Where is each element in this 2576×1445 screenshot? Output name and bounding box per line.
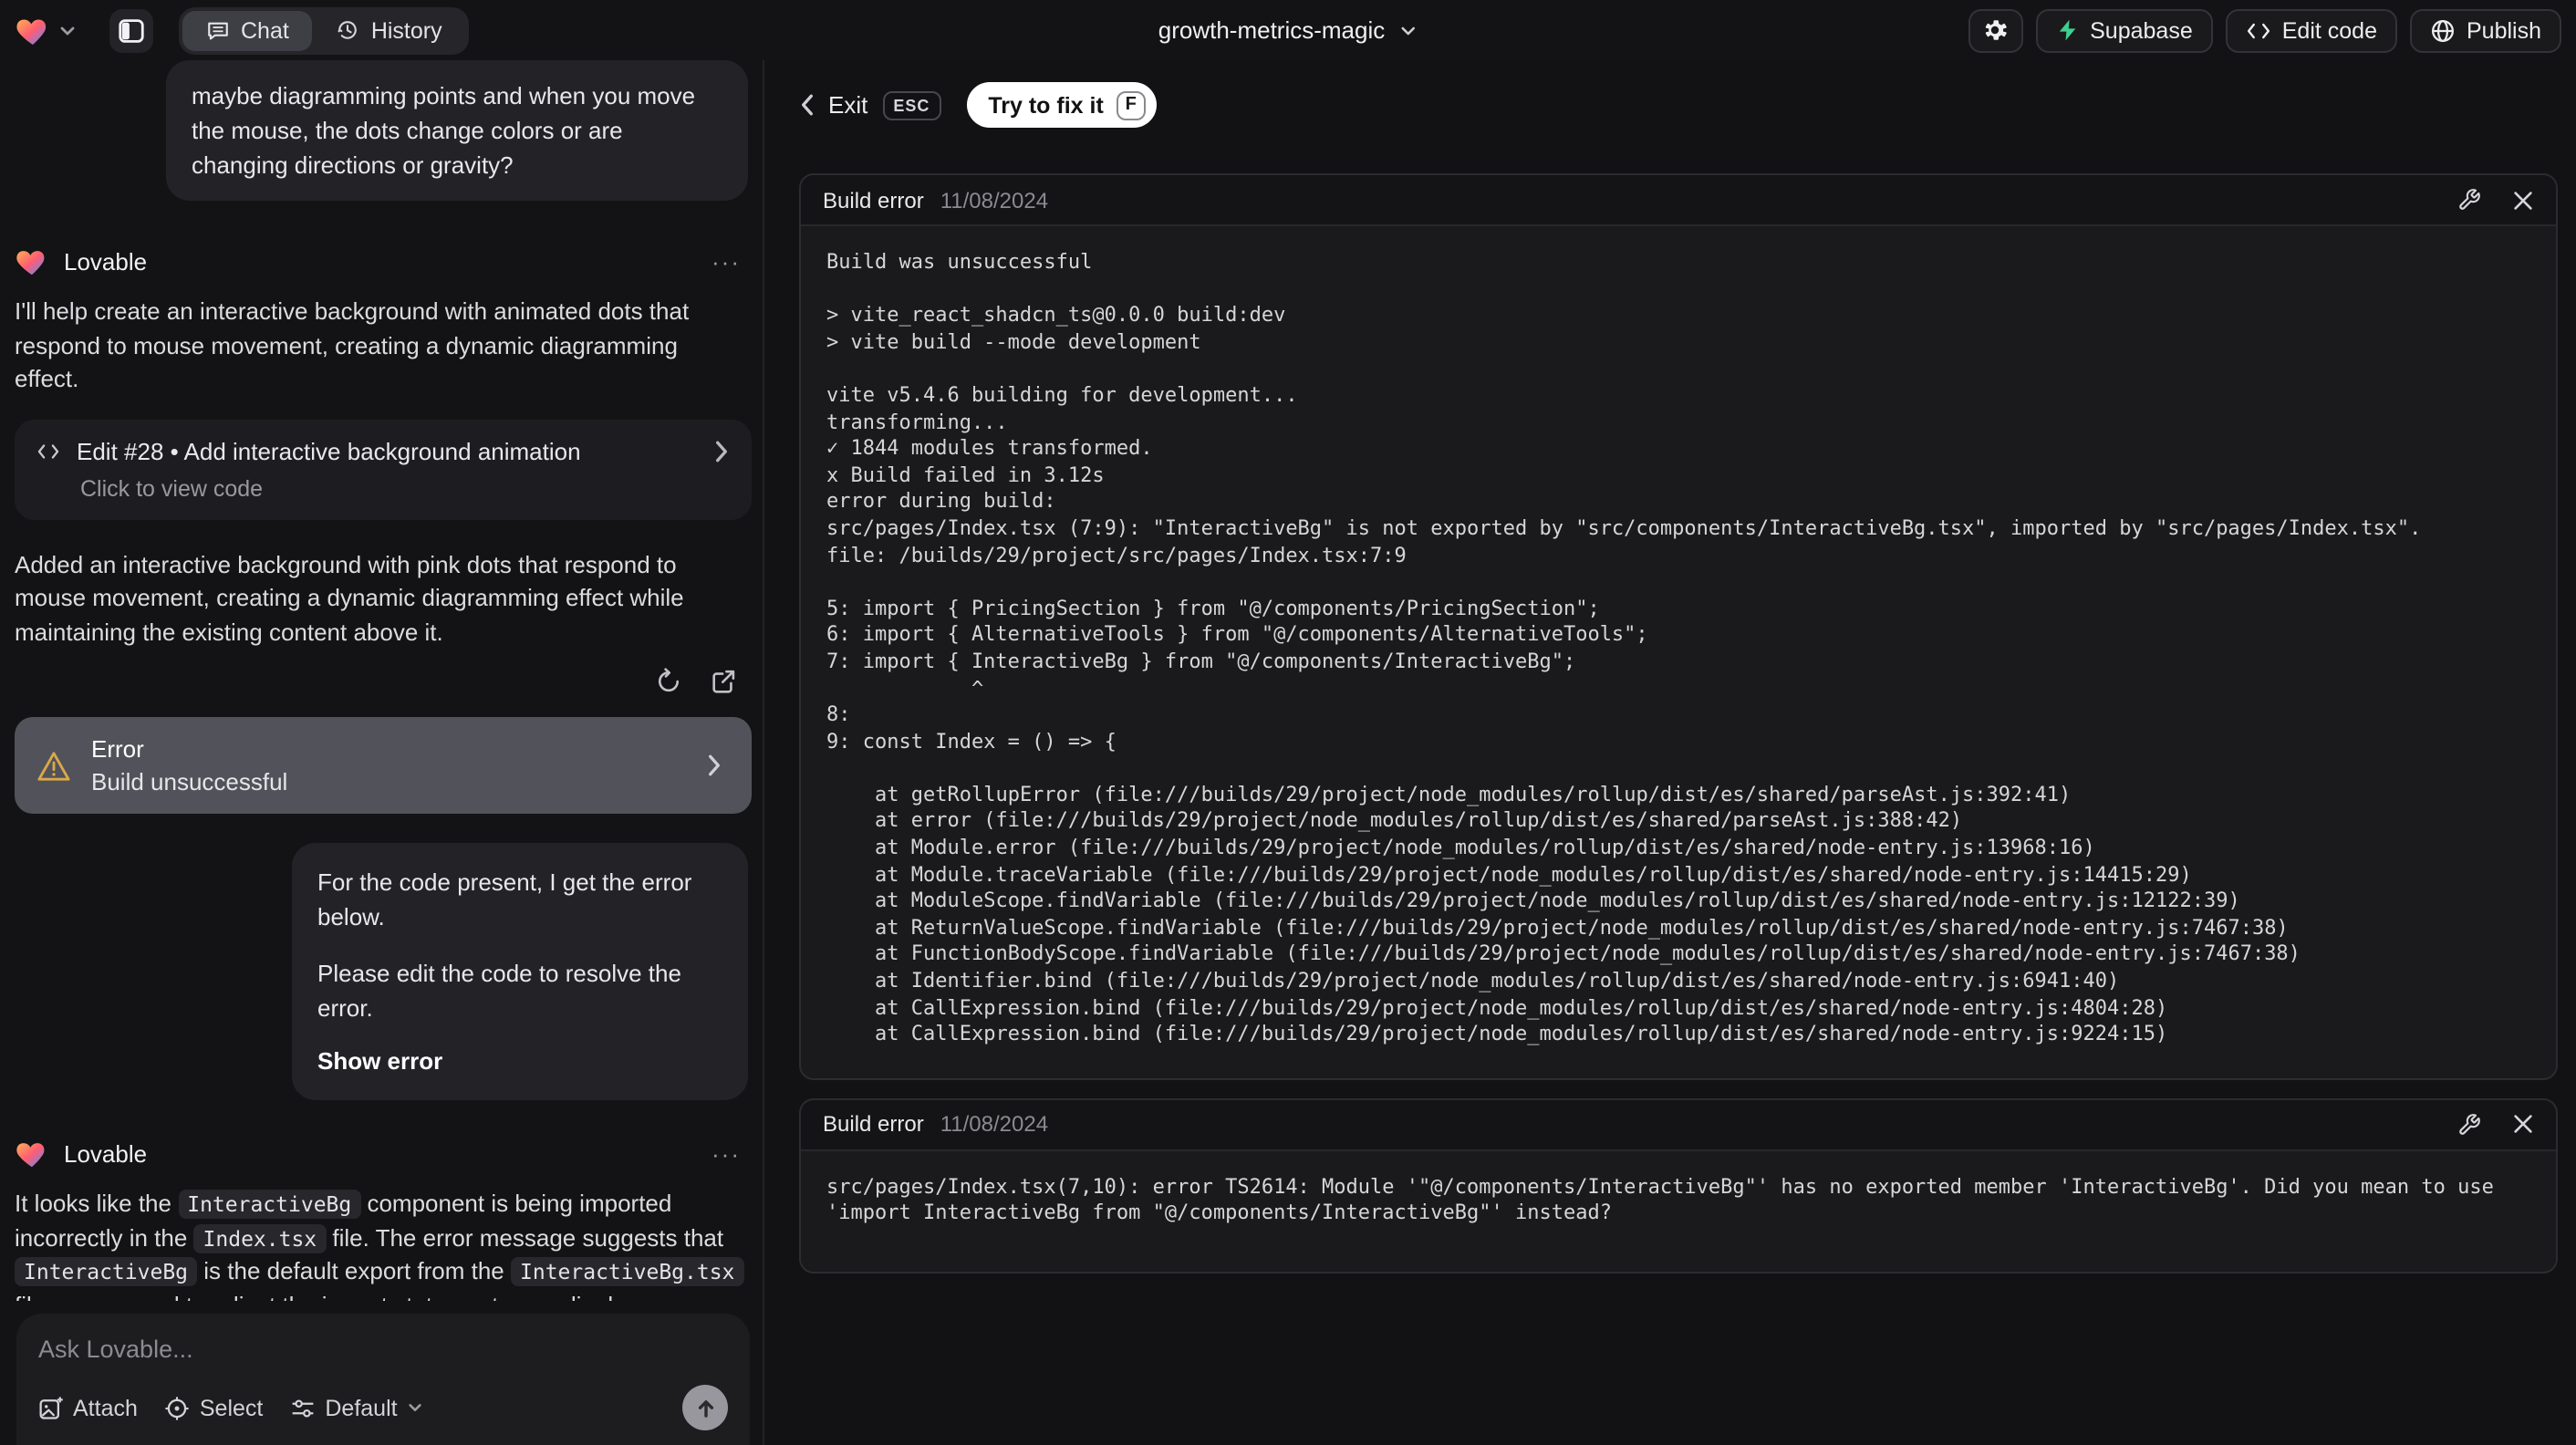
panel-date: 11/08/2024 <box>940 187 1049 213</box>
message-more-menu[interactable]: ··· <box>712 248 741 275</box>
assistant-name: Lovable <box>64 248 148 275</box>
exit-button[interactable]: Exit <box>828 91 867 119</box>
top-bar: Chat History growth-metrics-magic Supaba… <box>0 0 2576 60</box>
globe-icon <box>2430 17 2456 43</box>
chat-composer[interactable]: Ask Lovable... Attach Select Default <box>16 1314 750 1445</box>
assistant-header: Lovable ··· <box>15 1137 752 1171</box>
error-card-subtitle: Build unsuccessful <box>91 768 288 795</box>
top-bar-left: Chat History <box>15 6 470 54</box>
send-button[interactable] <box>682 1385 728 1430</box>
build-error-panel-2-header: Build error 11/08/2024 <box>801 1099 2556 1151</box>
lovable-heart-icon <box>15 244 49 279</box>
try-to-fix-label: Try to fix it <box>988 92 1104 118</box>
chevron-right-icon <box>713 439 730 463</box>
close-icon[interactable] <box>2512 1114 2534 1136</box>
edit-28-title: Edit #28 • Add interactive background an… <box>77 437 581 464</box>
toggle-sidebar-button[interactable] <box>109 8 153 52</box>
supabase-label: Supabase <box>2090 17 2193 43</box>
top-bar-right: Supabase Edit code Publish <box>1968 8 2561 52</box>
edit-code-button[interactable]: Edit code <box>2225 8 2397 52</box>
chevron-left-icon <box>799 93 815 117</box>
select-label: Select <box>199 1395 264 1420</box>
edit-code-label: Edit code <box>2281 17 2377 43</box>
panel-left-icon <box>119 17 144 43</box>
assistant-fix-text: It looks like the InteractiveBg componen… <box>15 1188 752 1301</box>
message-actions <box>15 668 752 695</box>
user-message: For the code present, I get the error be… <box>292 843 748 1100</box>
build-error-log[interactable]: Build was unsuccessful > vite_react_shad… <box>801 226 2556 1078</box>
arrow-up-icon <box>694 1397 716 1419</box>
sliders-icon <box>290 1395 316 1420</box>
mode-dropdown[interactable]: Default <box>290 1395 422 1420</box>
publish-label: Publish <box>2467 17 2541 43</box>
assistant-summary: Added an interactive background with pin… <box>15 550 684 645</box>
tab-history-label: History <box>370 17 442 43</box>
panel-title: Build error <box>823 187 924 213</box>
main-area: maybe diagramming points and when you mo… <box>0 60 2576 1445</box>
assistant-name: Lovable <box>64 1140 148 1168</box>
mode-label: Default <box>325 1395 398 1420</box>
user-message-line: For the code present, I get the error be… <box>317 868 692 930</box>
composer-placeholder[interactable]: Ask Lovable... <box>38 1336 728 1363</box>
build-error-panel-1: Build error 11/08/2024 Build was unsucce… <box>799 173 2558 1080</box>
project-title: growth-metrics-magic <box>1158 16 1386 44</box>
panel-title: Build error <box>823 1111 924 1138</box>
build-error-panel-2: Build error 11/08/2024 src/pages/Index.t… <box>799 1097 2558 1273</box>
assistant-header: Lovable ··· <box>15 244 752 279</box>
f-key-hint: F <box>1116 90 1146 120</box>
select-button[interactable]: Select <box>165 1395 264 1420</box>
chevron-down-icon <box>58 21 77 39</box>
attach-label: Attach <box>73 1395 138 1420</box>
edit-28-card[interactable]: Edit #28 • Add interactive background an… <box>15 419 752 519</box>
attach-image-icon <box>38 1395 64 1420</box>
fix-wrench-icon[interactable] <box>2457 188 2481 212</box>
lovable-heart-icon <box>15 12 51 48</box>
user-message: maybe diagramming points and when you mo… <box>166 60 748 201</box>
code-icon <box>36 441 60 461</box>
error-workspace: Exit ESC Try to fix it F Build error 11/… <box>764 60 2576 1445</box>
chat-panel: maybe diagramming points and when you mo… <box>0 60 764 1445</box>
code-icon <box>2246 19 2271 41</box>
open-external-icon[interactable] <box>710 668 737 695</box>
chevron-down-icon <box>1399 21 1418 39</box>
panel-date: 11/08/2024 <box>940 1111 1049 1138</box>
tab-history[interactable]: History <box>313 10 466 50</box>
app-root: Chat History growth-metrics-magic Supaba… <box>0 0 2576 1445</box>
project-switcher[interactable]: growth-metrics-magic <box>1158 0 1418 60</box>
user-message-line: Please edit the code to resolve the erro… <box>317 960 681 1022</box>
chevron-down-icon <box>407 1399 423 1416</box>
tab-chat-label: Chat <box>241 17 289 43</box>
build-error-log[interactable]: src/pages/Index.tsx(7,10): error TS2614:… <box>801 1151 2556 1272</box>
chat-bubble-icon <box>206 18 230 42</box>
composer-toolbar: Attach Select Default <box>38 1385 728 1430</box>
fix-toolbar: Exit ESC Try to fix it F <box>799 82 2558 128</box>
esc-key-hint: ESC <box>882 90 941 120</box>
message-more-menu[interactable]: ··· <box>712 1140 741 1168</box>
attach-button[interactable]: Attach <box>38 1395 138 1420</box>
history-icon <box>337 18 360 42</box>
assistant-intro: I'll help create an interactive backgrou… <box>15 297 690 392</box>
lovable-heart-icon <box>15 1137 49 1171</box>
chevron-right-icon <box>706 754 722 777</box>
supabase-button[interactable]: Supabase <box>2035 8 2213 52</box>
gear-icon <box>1981 16 2009 44</box>
show-error-link[interactable]: Show error <box>317 1044 722 1078</box>
chat-message-list[interactable]: maybe diagramming points and when you mo… <box>15 60 752 1301</box>
try-to-fix-button[interactable]: Try to fix it F <box>966 82 1157 128</box>
chat-history-segmented: Chat History <box>179 6 470 54</box>
build-error-panel-1-header: Build error 11/08/2024 <box>801 175 2556 226</box>
close-icon[interactable] <box>2512 189 2534 211</box>
refresh-icon[interactable] <box>655 668 682 695</box>
tab-chat[interactable]: Chat <box>182 10 313 50</box>
lovable-logo-menu[interactable] <box>15 12 77 48</box>
settings-button[interactable] <box>1968 8 2023 52</box>
fix-wrench-icon[interactable] <box>2457 1113 2481 1137</box>
supabase-icon <box>2055 18 2079 42</box>
publish-button[interactable]: Publish <box>2410 8 2561 52</box>
error-card-title: Error <box>91 735 144 763</box>
warning-triangle-icon <box>36 749 71 782</box>
edit-28-subtitle: Click to view code <box>80 475 264 501</box>
select-target-icon <box>165 1395 191 1420</box>
build-error-card[interactable]: Error Build unsuccessful <box>15 717 752 814</box>
